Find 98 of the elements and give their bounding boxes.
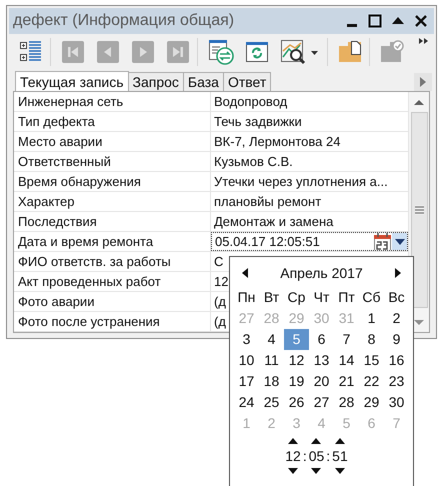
field-label: Время обнаружения <box>14 172 211 191</box>
time-separator: : <box>325 448 332 464</box>
overflow-icon[interactable] <box>419 38 428 44</box>
calendar-day[interactable]: 28 <box>334 392 359 413</box>
calendar-icon[interactable] <box>374 233 391 250</box>
field-label: Акт проведенных работ <box>14 272 211 291</box>
weekday-label: Чт <box>312 288 330 307</box>
field-label: Характер <box>14 192 211 211</box>
increment-icon[interactable] <box>288 438 298 444</box>
grip-icon <box>414 206 424 214</box>
calendar-day[interactable]: 4 <box>259 329 284 350</box>
field-label: Тип дефекта <box>14 112 211 131</box>
field-value: С <box>214 254 224 269</box>
calendar-day[interactable]: 26 <box>284 392 309 413</box>
calendar-day[interactable]: 22 <box>359 371 384 392</box>
field-value: 12 <box>214 274 228 289</box>
weekday-label: Пт <box>337 288 356 307</box>
maximize-icon[interactable] <box>368 14 382 28</box>
field-value: (д <box>214 294 226 309</box>
calendar-day[interactable]: 23 <box>384 371 409 392</box>
field-label: Ответственный <box>14 152 211 171</box>
caret-icon <box>420 77 426 87</box>
month-title: Апрель 2017 <box>280 265 363 281</box>
tab[interactable]: База <box>182 72 224 91</box>
calendar-day[interactable]: 19 <box>284 371 309 392</box>
scroll-thumb[interactable] <box>410 112 428 308</box>
folder-document-icon[interactable] <box>338 40 362 64</box>
decrement-icon[interactable] <box>288 468 298 474</box>
calendar-day[interactable]: 25 <box>259 392 284 413</box>
close-icon[interactable] <box>414 14 428 28</box>
calendar-day[interactable]: 20 <box>309 371 334 392</box>
previous-month-icon[interactable] <box>242 268 248 278</box>
time-value[interactable]: 51 <box>332 448 348 464</box>
weekday-label: Вт <box>262 288 280 307</box>
field-label: ФИО ответств. за работы <box>14 252 211 271</box>
date-value: 05.04.17 12:05:51 <box>215 233 321 250</box>
weekday-label: Ср <box>286 288 306 307</box>
calendar-day[interactable]: 14 <box>334 350 359 371</box>
calendar-day[interactable]: 29 <box>359 392 384 413</box>
calendar-day[interactable]: 12 <box>284 350 309 371</box>
calendar-day[interactable]: 8 <box>359 329 384 350</box>
calendar-day[interactable]: 6 <box>309 329 334 350</box>
field-label: Фото аварии <box>14 292 211 311</box>
field-label: Последствия <box>14 212 211 231</box>
increment-icon[interactable] <box>334 438 345 444</box>
tab[interactable]: Ответ <box>222 72 272 91</box>
decrement-icon[interactable] <box>334 468 345 474</box>
increment-icon[interactable] <box>311 438 322 444</box>
field-value: Водопровод <box>214 94 288 109</box>
field-value: ВК-7, Лермонтова 24 <box>214 134 340 149</box>
time-separator: : <box>302 448 308 464</box>
refresh-icon[interactable] <box>245 40 269 64</box>
sync-icon[interactable] <box>208 39 234 65</box>
scroll-up-icon[interactable] <box>414 99 424 105</box>
calendar-day[interactable]: 9 <box>384 329 409 350</box>
scrollbar[interactable] <box>408 92 429 332</box>
field-value: Течь задвижки <box>214 114 302 129</box>
chart-magnifier-icon[interactable] <box>280 39 320 65</box>
calendar-day[interactable]: 7 <box>334 329 359 350</box>
calendar-day[interactable]: 16 <box>384 350 409 371</box>
date-field[interactable]: 05.04.17 12:05:51 <box>211 232 408 251</box>
dropdown-button[interactable] <box>392 233 407 250</box>
calendar-day[interactable]: 11 <box>259 350 284 371</box>
weekday-label: Сб <box>361 288 382 307</box>
calendar-day[interactable]: 3 <box>234 329 259 350</box>
field-label: Фото после устранения <box>14 312 211 331</box>
tab[interactable]: Текущая запись <box>15 71 129 91</box>
field-value: Утечки через уплотнения а... <box>214 174 388 189</box>
calendar-day[interactable]: 27 <box>309 392 334 413</box>
field-label: Место аварии <box>14 132 211 151</box>
time-value[interactable]: 05 <box>308 448 324 464</box>
tab[interactable]: Запрос <box>128 72 184 91</box>
calendar-day[interactable]: 18 <box>259 371 284 392</box>
calendar-day[interactable]: 17 <box>234 371 259 392</box>
field-value: плановйы ремонт <box>214 194 322 209</box>
window-title: дефект (Информация общая) <box>13 12 236 30</box>
calendar-day[interactable]: 2 <box>384 308 409 329</box>
field-value: Демонтаж и замена <box>214 214 334 229</box>
field-value: Кузьмов С.В. <box>214 154 293 169</box>
weekday-label: Пн <box>236 288 256 307</box>
scroll-down-icon[interactable] <box>414 320 424 326</box>
calendar-day[interactable]: 21 <box>334 371 359 392</box>
calendar-day[interactable]: 10 <box>234 350 259 371</box>
calendar-day[interactable]: 15 <box>359 350 384 371</box>
calendar-day[interactable]: 1 <box>359 308 384 329</box>
calendar-day[interactable]: 30 <box>384 392 409 413</box>
decrement-icon[interactable] <box>311 468 322 474</box>
calendar-day[interactable]: 13 <box>309 350 334 371</box>
next-month-icon[interactable] <box>395 268 401 278</box>
field-label: Инженерная сеть <box>14 92 211 111</box>
field-value: (д <box>214 314 226 329</box>
caret-icon <box>394 238 404 244</box>
weekday-label: Вс <box>387 288 406 307</box>
calendar-day[interactable]: 24 <box>234 392 259 413</box>
tab-scroll-button[interactable] <box>414 73 432 91</box>
tree-list-icon[interactable] <box>19 40 43 64</box>
field-label: Дата и время ремонта <box>14 232 211 251</box>
time-value[interactable]: 12 <box>285 448 301 464</box>
